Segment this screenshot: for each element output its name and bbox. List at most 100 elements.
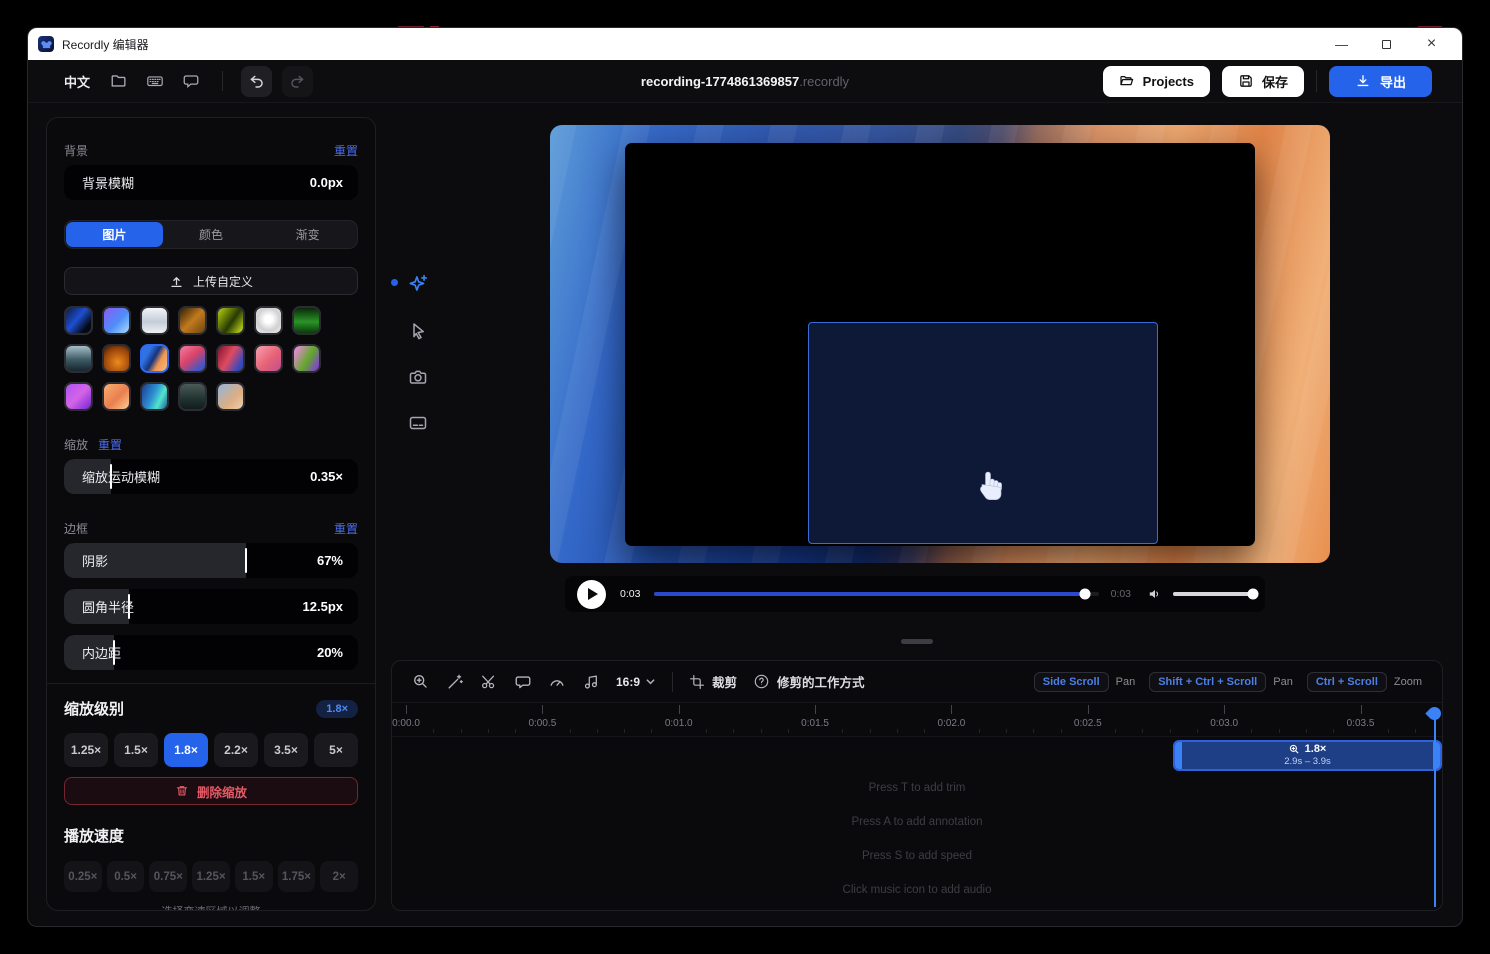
ruler-tick [1224, 705, 1225, 714]
zoom-motion-blur-slider[interactable]: 缩放运动模糊0.35× [64, 459, 358, 494]
close-button[interactable]: × [1409, 29, 1454, 59]
zoom-level-button[interactable]: 1.25× [64, 733, 108, 767]
cut-button[interactable] [480, 673, 498, 691]
background-thumbnail[interactable] [64, 382, 93, 411]
slider-value: 12.5px [303, 599, 343, 614]
volume-slider[interactable] [1173, 592, 1253, 596]
background-reset-link[interactable]: 重置 [334, 142, 358, 159]
zoom-selection-box[interactable] [808, 322, 1158, 544]
background-blur-slider[interactable]: 背景模糊0.0px [64, 165, 358, 200]
background-thumbnail[interactable] [216, 382, 245, 411]
timeline-track[interactable]: Press T to add trimPress A to add annota… [392, 737, 1442, 910]
zoom-level-button[interactable]: 5× [314, 733, 358, 767]
background-thumbnail[interactable] [216, 306, 245, 335]
shortcut-hint: Ctrl + ScrollZoom [1307, 672, 1422, 692]
background-thumbnail[interactable] [178, 382, 207, 411]
trim-help-button[interactable]: 修剪的工作方式 [753, 672, 865, 691]
ruler-minor-tick [651, 729, 652, 733]
playback-speed-button[interactable]: 0.75× [149, 861, 187, 892]
panel-resize-handle[interactable] [901, 639, 933, 644]
shadow-slider[interactable]: 阴影67% [64, 543, 358, 578]
border-reset-link[interactable]: 重置 [334, 520, 358, 537]
upload-custom-label: 上传自定义 [193, 273, 253, 290]
captions-tool-button[interactable] [408, 413, 428, 433]
playback-speed-button[interactable]: 1.25× [192, 861, 230, 892]
ruler-tick-label: 0:01.5 [801, 718, 829, 729]
background-tab[interactable]: 渐变 [259, 222, 356, 247]
export-button[interactable]: 导出 [1329, 66, 1432, 97]
ruler-minor-tick [1279, 729, 1280, 733]
playback-speed-button[interactable]: 0.25× [64, 861, 102, 892]
playback-speed-button[interactable]: 0.5× [107, 861, 145, 892]
volume-handle[interactable] [1248, 589, 1259, 600]
zoom-level-button[interactable]: 3.5× [264, 733, 308, 767]
background-thumbnail[interactable] [254, 306, 283, 335]
timeline-ruler[interactable]: 0:00.00:00.50:01.00:01.50:02.00:02.50:03… [392, 703, 1442, 737]
background-tab[interactable]: 颜色 [163, 222, 260, 247]
ruler-minor-tick [1170, 729, 1171, 733]
ruler-tick [951, 705, 952, 714]
redo-button[interactable] [282, 66, 313, 97]
video-preview-canvas[interactable] [550, 125, 1330, 563]
background-thumbnail[interactable] [292, 344, 321, 373]
magic-wand-button[interactable] [446, 673, 464, 691]
speed-button[interactable] [548, 673, 566, 691]
zoom-level-button[interactable]: 1.5× [114, 733, 158, 767]
volume-fill [1173, 592, 1253, 596]
background-thumbnail[interactable] [102, 344, 131, 373]
background-thumbnail[interactable] [140, 344, 169, 373]
projects-folder-icon [1119, 73, 1135, 89]
zoom-level-button[interactable]: 1.8× [164, 733, 208, 767]
keyboard-shortcuts-button[interactable] [142, 68, 168, 94]
background-thumbnail[interactable] [216, 344, 245, 373]
playback-speed-button[interactable]: 1.5× [235, 861, 273, 892]
background-thumbnail[interactable] [292, 306, 321, 335]
background-thumbnail[interactable] [102, 306, 131, 335]
crop-button[interactable]: 裁剪 [689, 672, 737, 691]
background-thumbnail[interactable] [178, 344, 207, 373]
delete-zoom-button[interactable]: 删除缩放 [64, 777, 358, 805]
upload-custom-button[interactable]: 上传自定义 [64, 267, 358, 295]
annotation-button[interactable] [514, 673, 532, 691]
speaker-icon[interactable] [1147, 586, 1163, 602]
corner-radius-slider[interactable]: 圆角半径12.5px [64, 589, 358, 624]
undo-button[interactable] [241, 66, 272, 97]
playback-speed-button[interactable]: 2× [320, 861, 358, 892]
play-button[interactable] [577, 580, 606, 609]
slider-cursor[interactable] [245, 548, 247, 573]
background-thumbnail[interactable] [140, 382, 169, 411]
background-tab[interactable]: 图片 [66, 222, 163, 247]
feedback-button[interactable] [178, 68, 204, 94]
effects-tool-button[interactable] [407, 273, 429, 295]
clip-left-handle[interactable] [1175, 742, 1182, 769]
camera-tool-button[interactable] [408, 367, 428, 387]
maximize-button[interactable] [1364, 29, 1409, 59]
timeline-shortcuts: Side ScrollPanShift + Ctrl + ScrollPanCt… [1034, 672, 1422, 692]
background-thumbnail[interactable] [254, 344, 283, 373]
save-button[interactable]: 保存 [1222, 66, 1304, 97]
filename-extension: .recordly [799, 74, 849, 89]
video-frame[interactable] [625, 143, 1255, 546]
projects-button[interactable]: Projects [1103, 66, 1210, 97]
background-thumbnail[interactable] [140, 306, 169, 335]
playback-speed-button[interactable]: 1.75× [278, 861, 316, 892]
music-button[interactable] [582, 673, 600, 691]
progress-bar[interactable] [654, 592, 1098, 596]
aspect-ratio-dropdown[interactable]: 16:9 [616, 675, 656, 689]
progress-handle[interactable] [1080, 589, 1091, 600]
padding-slider[interactable]: 内边距20% [64, 635, 358, 670]
cursor-tool-button[interactable] [408, 321, 428, 341]
background-thumbnail[interactable] [102, 382, 131, 411]
zoom-clip[interactable]: 1.8× 2.9s – 3.9s [1173, 740, 1442, 771]
zoom-level-button[interactable]: 2.2× [214, 733, 258, 767]
add-zoom-button[interactable] [412, 673, 430, 691]
trim-help-label: 修剪的工作方式 [777, 672, 865, 691]
background-thumbnail[interactable] [64, 344, 93, 373]
language-button[interactable]: 中文 [58, 68, 96, 95]
background-thumbnail[interactable] [178, 306, 207, 335]
zoom-reset-link[interactable]: 重置 [98, 436, 122, 453]
background-thumbnail[interactable] [64, 306, 93, 335]
minimize-button[interactable]: — [1319, 29, 1364, 59]
open-file-button[interactable] [106, 68, 132, 94]
chat-icon [182, 72, 200, 90]
